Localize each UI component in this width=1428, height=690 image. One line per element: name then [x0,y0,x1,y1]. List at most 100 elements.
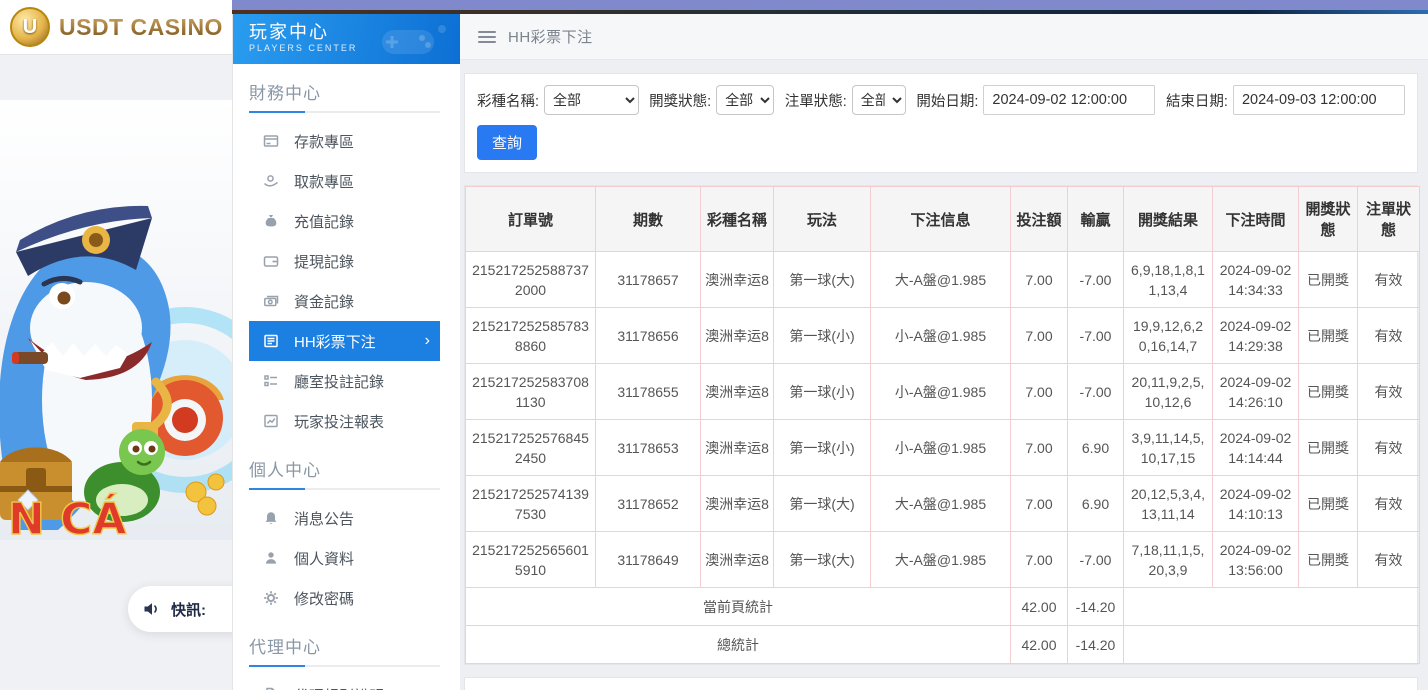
menu-toggle-icon[interactable] [478,31,496,43]
cell-bet-info: 大-A盤@1.985 [871,476,1011,532]
sidebar-item-withdraw[interactable]: 取款專區 [249,161,440,201]
banknote-icon [263,293,279,309]
sidebar-item-deposit[interactable]: 存款專區 [249,121,440,161]
order-status-label: 注單狀態: [785,90,847,111]
agent-menu: 代理規則說明 [249,675,440,690]
sidebar: 玩家中心 PLAYERS CENTER 財務中心 存款專區 取款專區 [232,14,460,690]
table-row: 215217252576845245031178653澳洲幸运8第一球(小)小-… [466,420,1420,476]
cell-draw-status: 已開獎 [1299,420,1358,476]
col-header-win-loss: 輸贏 [1068,187,1124,252]
ticker-label: 快訊: [171,599,206,620]
summary-row: 總統計42.00-14.20 [466,626,1420,664]
end-date-input[interactable] [1233,85,1405,115]
col-header-order-no: 訂單號 [466,187,596,252]
cell-play-type: 第一球(大) [774,532,871,588]
cell-order-no: 2152172525837081130 [466,364,596,420]
cell-bet-amount: 7.00 [1011,364,1068,420]
col-header-draw-status: 開獎狀態 [1299,187,1358,252]
sidebar-item-agent-rules[interactable]: 代理規則說明 [249,675,440,690]
gamepad-icon [376,22,450,60]
summary-empty [1124,626,1420,664]
cell-bet-amount: 7.00 [1011,532,1068,588]
cell-play-type: 第一球(小) [774,420,871,476]
cell-lottery-name: 澳洲幸运8 [701,476,774,532]
cell-bet-amount: 7.00 [1011,420,1068,476]
sidebar-item-label: 修改密碼 [294,588,354,609]
brand-column: U USDT CASINO [0,0,232,690]
bet-table-panel: 訂單號 期數 彩種名稱 玩法 下注信息 投注額 輸贏 開獎結果 下注時間 開獎狀… [464,185,1418,665]
sidebar-item-label: 資金記錄 [294,291,354,312]
wallet-icon [263,253,279,269]
cell-period: 31178656 [596,308,701,364]
summary-label: 總統計 [466,626,1011,664]
cell-win-loss: -7.00 [1068,364,1124,420]
cell-period: 31178649 [596,532,701,588]
summary-empty [1124,588,1420,626]
start-date-label: 開始日期: [916,90,978,111]
speaker-icon [142,599,162,619]
order-status-select[interactable]: 全部 [852,85,906,115]
cell-bet-time: 2024-09-02 14:26:10 [1213,364,1299,420]
sidebar-item-announcements[interactable]: 消息公告 [249,498,440,538]
bet-table: 訂單號 期數 彩種名稱 玩法 下注信息 投注額 輸贏 開獎結果 下注時間 開獎狀… [465,186,1420,664]
sidebar-item-label: 消息公告 [294,508,354,529]
gear-icon [263,590,279,606]
cell-period: 31178657 [596,252,701,308]
cell-order-no: 2152172525768452450 [466,420,596,476]
cell-play-type: 第一球(大) [774,252,871,308]
filter-panel: 彩種名稱: 全部 開獎狀態: 全部 注單狀態: 全部 開始日期: 結束日期: [464,73,1418,173]
sidebar-item-label: 提現記錄 [294,251,354,272]
cell-lottery-name: 澳洲幸运8 [701,252,774,308]
lottery-name-label: 彩種名稱: [477,90,539,111]
cell-win-loss: -7.00 [1068,252,1124,308]
svg-text:N CÁ: N CÁ [8,492,127,540]
query-button[interactable]: 查詢 [477,125,537,160]
cell-order-status: 有效 [1358,476,1420,532]
table-row: 215217252583708113031178655澳洲幸运8第一球(小)小-… [466,364,1420,420]
sidebar-item-recharge-record[interactable]: 充值記錄 [249,201,440,241]
bell-icon [263,510,279,526]
cell-draw-result: 7,18,11,1,5,20,3,9 [1124,532,1213,588]
main-area: HH彩票下注 彩種名稱: 全部 開獎狀態: 全部 注單狀態: 全部 [460,14,1428,690]
cell-order-no: 2152172525857838860 [466,308,596,364]
section-divider [249,111,440,113]
cell-bet-time: 2024-09-02 13:56:00 [1213,532,1299,588]
col-header-bet-amount: 投注額 [1011,187,1068,252]
sidebar-item-funds-record[interactable]: 資金記錄 [249,281,440,321]
cell-win-loss: 6.90 [1068,476,1124,532]
chevron-right-icon: › [425,333,430,349]
cell-draw-status: 已開獎 [1299,364,1358,420]
sidebar-item-label: 代理規則說明 [294,685,384,690]
page-header: HH彩票下注 [460,14,1428,60]
cell-lottery-name: 澳洲幸运8 [701,364,774,420]
sidebar-item-withdrawal-record[interactable]: 提現記錄 [249,241,440,281]
col-header-lottery-name: 彩種名稱 [701,187,774,252]
lottery-name-select[interactable]: 全部 [544,85,639,115]
col-header-order-status: 注單狀態 [1358,187,1420,252]
cell-order-no: 2152172525741397530 [466,476,596,532]
sidebar-item-label: 個人資料 [294,548,354,569]
news-ticker: 快訊: [128,586,232,632]
cell-play-type: 第一球(小) [774,364,871,420]
person-icon [263,550,279,566]
sidebar-item-room-bet-record[interactable]: 廳室投註記錄 [249,361,440,401]
cell-win-loss: -7.00 [1068,532,1124,588]
section-title-finance: 財務中心 [249,79,440,104]
cell-period: 31178652 [596,476,701,532]
cell-draw-status: 已開獎 [1299,252,1358,308]
sidebar-item-label: 充值記錄 [294,211,354,232]
brand-logo[interactable]: U USDT CASINO [0,0,232,55]
draw-status-label: 開獎狀態: [649,90,711,111]
sidebar-item-lottery-bet[interactable]: HH彩票下注 › [249,321,440,361]
pagination-panel: 每頁顯示20條 共6条 首页 上一页 [1] 下一页 第 页 跳转 [464,677,1418,690]
table-row: 215217252574139753031178652澳洲幸运8第一球(大)大-… [466,476,1420,532]
sidebar-item-profile[interactable]: 個人資料 [249,538,440,578]
cell-draw-result: 6,9,18,1,8,11,13,4 [1124,252,1213,308]
draw-status-select[interactable]: 全部 [716,85,774,115]
brand-name: USDT CASINO [59,14,223,41]
sidebar-item-change-password[interactable]: 修改密碼 [249,578,440,618]
start-date-input[interactable] [983,85,1155,115]
sidebar-item-player-report[interactable]: 玩家投注報表 [249,401,440,441]
cell-order-status: 有效 [1358,420,1420,476]
top-accent-line [232,10,1428,14]
